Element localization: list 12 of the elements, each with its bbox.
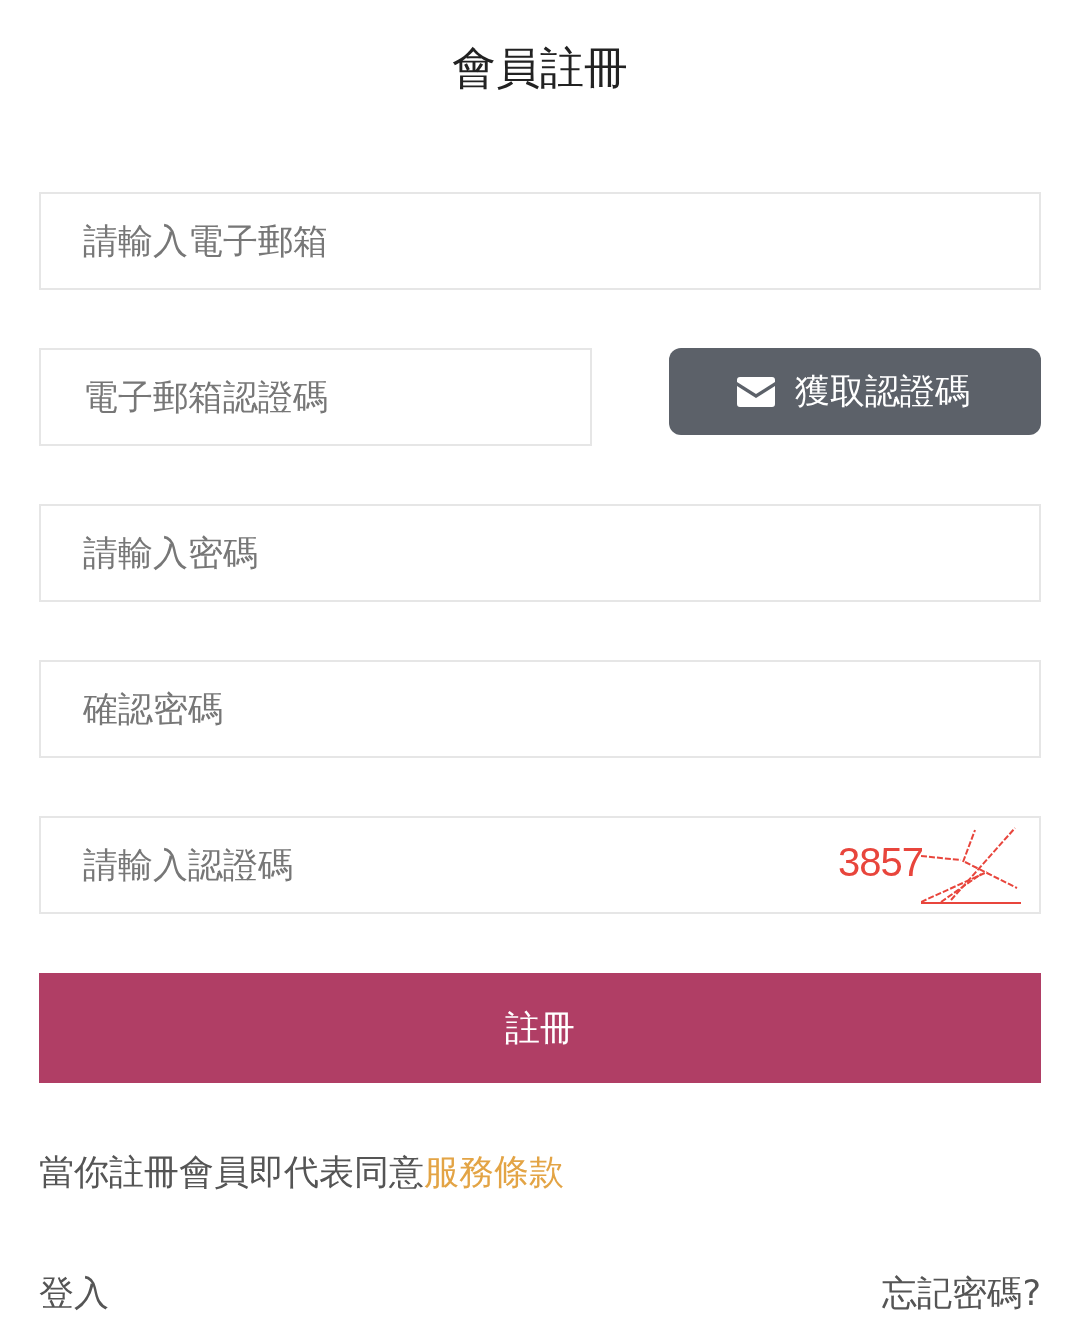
text-input-field[interactable]: 請輸入電子郵箱 <box>39 192 1041 290</box>
text-input-field[interactable]: 確認密碼 <box>39 660 1041 758</box>
forgot-password-link[interactable]: 忘記密碼? <box>882 1269 1041 1317</box>
page-title: 會員註冊 <box>452 44 628 92</box>
envelope-icon <box>736 376 775 407</box>
get-code-button[interactable]: 獲取認證碼 <box>669 348 1041 435</box>
login-link[interactable]: 登入 <box>39 1269 109 1317</box>
captcha-code: 3857 <box>838 842 923 882</box>
code-input-field[interactable]: 電子郵箱認證碼 <box>39 348 592 446</box>
agreement-text: 當你註冊會員即代表同意服務條款 <box>39 1151 564 1194</box>
register-button[interactable]: 註冊 <box>39 973 1041 1083</box>
text-input-field[interactable]: 請輸入密碼 <box>39 504 1041 602</box>
